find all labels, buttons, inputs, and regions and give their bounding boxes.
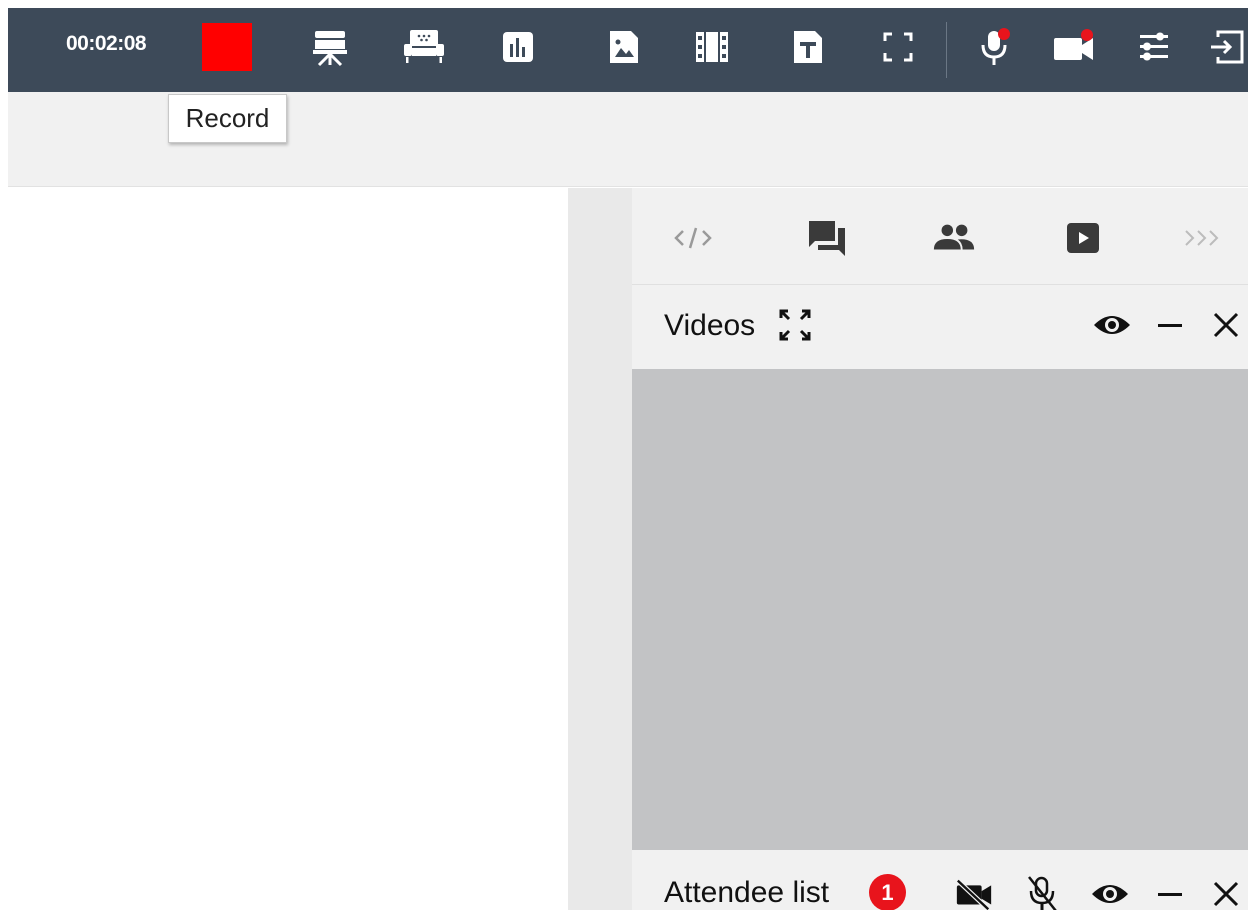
main-canvas[interactable]: [8, 188, 568, 910]
videos-area: [632, 369, 1248, 850]
play-video-icon[interactable]: [1060, 215, 1106, 261]
text-document-icon[interactable]: [784, 23, 832, 71]
people-icon[interactable]: [931, 215, 977, 261]
session-timer: 00:02:08: [66, 32, 147, 55]
record-tooltip: Record: [168, 94, 287, 143]
attendee-count-badge: 1: [869, 874, 906, 910]
videos-header: Videos: [632, 285, 1248, 367]
record-button[interactable]: [202, 23, 252, 71]
presentation-icon[interactable]: [306, 23, 354, 71]
eye-icon[interactable]: [1092, 305, 1132, 345]
close-icon[interactable]: [1206, 305, 1246, 345]
videos-title: Videos: [664, 309, 756, 342]
panel-gutter: [568, 188, 632, 910]
main-toolbar: 00:02:08: [8, 8, 1248, 92]
video-film-icon[interactable]: [688, 23, 736, 71]
toolbar-divider: [946, 22, 947, 78]
camera-icon[interactable]: [1050, 23, 1098, 71]
whiteboard-icon[interactable]: [400, 23, 448, 71]
attendee-eye-icon[interactable]: [1090, 874, 1130, 910]
fullscreen-icon[interactable]: [874, 23, 922, 71]
minimize-icon[interactable]: [1150, 305, 1190, 345]
poll-icon[interactable]: [494, 23, 542, 71]
microphone-icon[interactable]: [970, 23, 1018, 71]
panel-tab-bar: [632, 188, 1248, 285]
side-panel: Videos Attendee list 1: [632, 188, 1248, 910]
camera-off-icon[interactable]: [954, 874, 994, 910]
code-icon[interactable]: [670, 215, 716, 261]
settings-sliders-icon[interactable]: [1130, 23, 1178, 71]
mic-off-icon[interactable]: [1022, 874, 1062, 910]
exit-icon[interactable]: [1204, 23, 1248, 71]
image-icon[interactable]: [600, 23, 648, 71]
attendee-list-header: Attendee list 1: [632, 850, 1248, 910]
more-chevrons-icon[interactable]: [1180, 215, 1226, 261]
attendee-close-icon[interactable]: [1206, 874, 1246, 910]
expand-icon[interactable]: [775, 305, 815, 345]
attendee-list-title: Attendee list: [664, 876, 830, 909]
attendee-minimize-icon[interactable]: [1150, 874, 1190, 910]
chat-icon[interactable]: [804, 215, 850, 261]
